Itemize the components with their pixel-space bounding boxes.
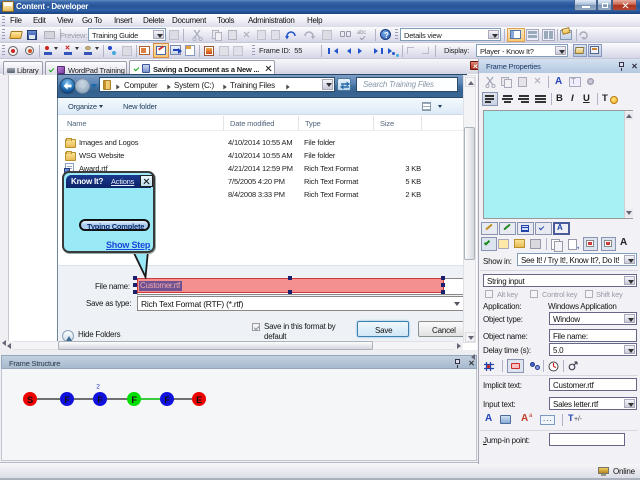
svg-text:F: F [64, 395, 70, 405]
svg-text:2: 2 [96, 384, 100, 391]
svg-text:S: S [27, 395, 33, 405]
svg-text:F: F [164, 395, 170, 405]
svg-text:E: E [196, 395, 202, 405]
svg-text:F: F [97, 395, 103, 405]
svg-text:F: F [131, 395, 137, 405]
